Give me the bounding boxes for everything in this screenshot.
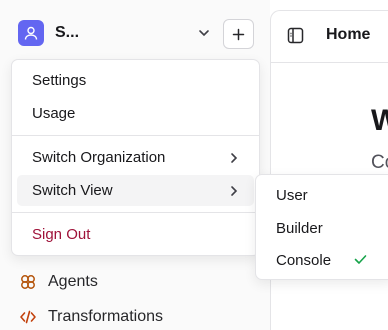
topbar-divider [270, 62, 388, 63]
view-option-user[interactable]: User [261, 180, 387, 210]
menu-item-sign-out[interactable]: Sign Out [17, 219, 254, 250]
main-heading: W [371, 104, 388, 137]
check-icon [354, 255, 367, 264]
sidebar-item-agents[interactable]: Agents [18, 272, 98, 292]
view-option-label: User [276, 186, 308, 204]
menu-item-usage[interactable]: Usage [17, 98, 254, 129]
view-option-builder[interactable]: Builder [261, 213, 387, 243]
add-button[interactable] [223, 19, 254, 49]
org-menu: Settings Usage Switch Organization Switc… [11, 59, 260, 256]
org-name: S... [55, 24, 80, 41]
menu-item-label: Usage [32, 105, 76, 122]
sidebar-item-transformations[interactable]: Transformations [18, 307, 163, 327]
org-switcher[interactable]: S... [18, 20, 209, 46]
menu-item-switch-organization[interactable]: Switch Organization [17, 142, 254, 173]
main-subheading: Co [371, 152, 388, 173]
menu-item-label: Switch View [32, 182, 113, 199]
brain-icon [18, 272, 38, 292]
sidebar-toggle-icon[interactable] [287, 27, 304, 49]
menu-separator [12, 135, 259, 136]
chevron-right-icon [231, 186, 238, 196]
sidebar-item-label: Transformations [48, 308, 163, 325]
menu-item-switch-view[interactable]: Switch View [17, 175, 254, 206]
menu-item-label: Settings [32, 72, 87, 89]
menu-separator [12, 212, 259, 213]
view-option-label: Console [276, 251, 332, 269]
page-title: Home [326, 26, 371, 43]
view-option-label: Builder [276, 219, 323, 237]
code-icon [18, 307, 38, 327]
view-option-console[interactable]: Console [261, 245, 387, 275]
chevron-down-icon [199, 30, 209, 37]
plus-icon [232, 28, 245, 40]
menu-item-label: Switch Organization [32, 149, 166, 166]
view-submenu: User Builder Console [255, 174, 388, 280]
sidebar-item-label: Agents [48, 273, 98, 290]
menu-item-settings[interactable]: Settings [17, 65, 254, 96]
org-avatar [18, 20, 44, 46]
menu-item-label: Sign Out [32, 226, 91, 243]
chevron-right-icon [231, 153, 238, 163]
user-icon [24, 26, 38, 40]
